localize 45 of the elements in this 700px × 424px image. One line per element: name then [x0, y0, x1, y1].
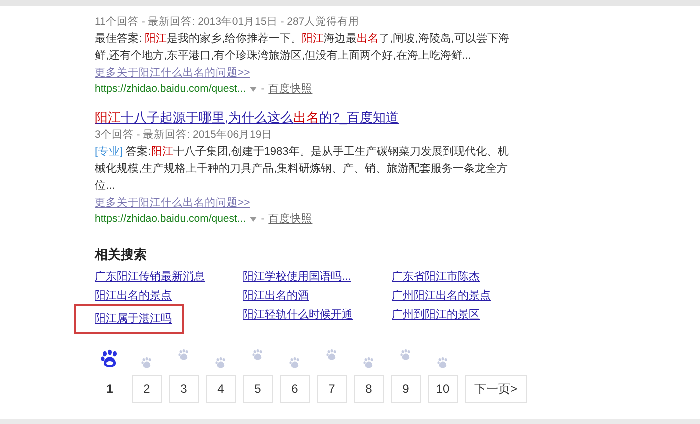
separator-dash: -	[261, 82, 265, 97]
paw-icon	[400, 349, 412, 361]
more-questions-link[interactable]: 更多关于阳江什么出名的问题>>	[95, 65, 250, 81]
paw-icon	[326, 349, 338, 361]
snapshot-link[interactable]: 百度快照	[268, 211, 313, 228]
paw-icon	[363, 357, 375, 369]
more-questions-link[interactable]: 更多关于阳江什么出名的问题>>	[95, 195, 250, 211]
page-button[interactable]: 8	[354, 375, 384, 403]
related-search-link[interactable]: 广东阳江传销最新消息	[95, 269, 205, 286]
snapshot-link[interactable]: 百度快照	[268, 81, 313, 98]
related-searches-heading: 相关搜索	[95, 246, 148, 264]
page-button[interactable]: 3	[169, 375, 199, 403]
dropdown-caret-icon[interactable]	[250, 87, 258, 92]
page-button[interactable]: 10	[428, 375, 458, 403]
answer-meta: 11个回答 - 最新回答: 2013年01月15日 - 287人觉得有用	[95, 15, 360, 30]
related-search-link[interactable]: 阳江学校使用国语吗...	[243, 269, 352, 286]
answer-snippet: [专业] 答案:阳江十八子集团,创建于1983年。是从手工生产碳钢菜刀发展到现代化、机械化规模,生产规格上千种的刀具产品,集料研炼钢、产、销、旅游配套服务一条龙全方位...	[95, 144, 510, 194]
related-search-link[interactable]: 广东省阳江市陈杰	[392, 269, 480, 286]
paw-icon	[178, 349, 190, 361]
related-search-link[interactable]: 广州阳江出名的景点	[392, 288, 491, 305]
paw-icon	[437, 357, 449, 369]
related-search-link[interactable]: 阳江出名的酒	[243, 288, 309, 305]
paw-icon	[215, 357, 227, 369]
related-search-link[interactable]: 阳江属于湛江吗	[95, 313, 172, 325]
page-button[interactable]: 2	[132, 375, 162, 403]
related-search-link[interactable]: 阳江轻轨什么时候开通	[243, 307, 353, 329]
page-button[interactable]: 7	[317, 375, 347, 403]
paw-icon	[289, 357, 301, 369]
result-url: https://zhidao.baidu.com/quest...	[95, 212, 246, 227]
paw-icon	[141, 357, 153, 369]
next-page-button[interactable]: 下一页>	[465, 375, 527, 403]
paw-icon	[252, 349, 264, 361]
dropdown-caret-icon[interactable]	[250, 217, 258, 222]
related-search-link[interactable]: 广州到阳江的景区	[392, 307, 480, 329]
page-button[interactable]: 5	[243, 375, 273, 403]
separator-dash: -	[261, 212, 265, 227]
paw-icon	[100, 349, 120, 369]
result-url: https://zhidao.baidu.com/quest...	[95, 82, 246, 97]
page-button[interactable]: 6	[280, 375, 310, 403]
related-search-link[interactable]: 阳江出名的景点	[95, 288, 172, 305]
answer-meta: 3个回答 - 最新回答: 2015年06月19日	[95, 128, 273, 143]
answer-snippet: 最佳答案: 阳江是我的家乡,给你推荐一下。阳江海边最出名 了,闸坡,海陵岛,可以尝下海鲜,还有个地方,东平港口,有个珍珠湾旅游区,但没有上面两个好,在海上吃海鲜...	[95, 32, 510, 64]
page-button[interactable]: 9	[391, 375, 421, 403]
page-button[interactable]: 4	[206, 375, 236, 403]
page-button[interactable]: 1	[95, 375, 125, 403]
